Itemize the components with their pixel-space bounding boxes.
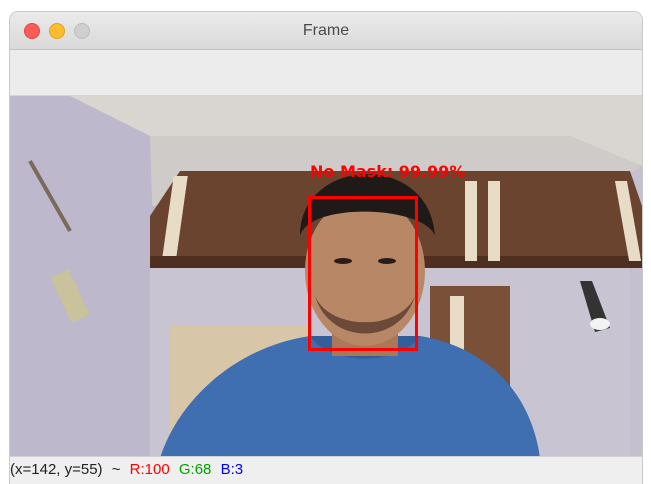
toolbar-area bbox=[10, 50, 642, 96]
status-separator: ~ bbox=[111, 461, 121, 478]
face-detection-box bbox=[308, 196, 418, 351]
opencv-window: Frame No Mask: 99.99% (x=142, y=55) ~ R:… bbox=[10, 12, 642, 484]
status-bar: (x=142, y=55) ~ R:100 G:68 B:3 bbox=[10, 456, 642, 484]
camera-frame[interactable]: No Mask: 99.99% bbox=[10, 96, 642, 458]
pixel-red-value: R:100 bbox=[129, 461, 170, 478]
pixel-green-value: G:68 bbox=[178, 461, 212, 478]
detection-label: No Mask: 99.99% bbox=[310, 162, 466, 181]
cursor-coordinates: (x=142, y=55) bbox=[10, 461, 103, 478]
window-title: Frame bbox=[302, 22, 350, 39]
pixel-blue-value: B:3 bbox=[220, 461, 244, 478]
title-bar[interactable]: Frame bbox=[10, 12, 642, 50]
